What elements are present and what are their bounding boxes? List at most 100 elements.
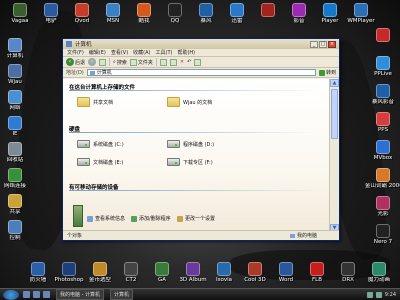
desktop-icon[interactable]: 控制 (0, 220, 33, 241)
go-arrow-icon (318, 69, 325, 76)
app-icon (186, 262, 200, 276)
desktop-icon[interactable]: 回收站 (0, 142, 33, 163)
desktop-icon-label: 光影 (377, 211, 389, 217)
app-icon (124, 262, 138, 276)
desktop-icon[interactable]: IE (0, 116, 33, 137)
computer-icon (66, 41, 72, 47)
app-icon (8, 168, 22, 182)
maximize-button[interactable]: □ (319, 40, 327, 48)
app-icon (199, 3, 213, 17)
desktop-icon-label: 金山词霸 2006 (365, 183, 400, 189)
drive-f[interactable]: 下载专区 (F:) (167, 158, 213, 166)
up-folder-icon[interactable] (99, 58, 107, 66)
add-remove-programs-link[interactable]: 添加/删除程序 (131, 215, 171, 222)
system-tray: 9:24 (366, 291, 400, 298)
app-icon (376, 84, 390, 98)
desktop-icon[interactable]: 网络 (0, 90, 33, 111)
change-setting-link[interactable]: 更改一个设置 (177, 215, 215, 222)
desktop-icon-label: IE (12, 131, 18, 137)
app-icon (323, 3, 337, 17)
address-input[interactable]: 计算机 (86, 69, 316, 76)
back-button[interactable]: ‹ 后退 (66, 58, 85, 66)
content-pane: 在这台计算机上存储的文件 共享文档 Wjau 的文档 硬盘 系统磁盘 (C:) … (63, 79, 331, 232)
menu-favorites[interactable]: 收藏(A) (133, 49, 150, 56)
back-arrow-icon: ‹ (66, 58, 74, 66)
browser-icon[interactable] (33, 291, 40, 298)
desktop-icon[interactable]: WMPlayer (343, 3, 379, 24)
taskbar-item-computer[interactable]: 计算机 (109, 289, 133, 300)
app-icon (376, 224, 390, 238)
desktop-icon[interactable] (365, 28, 400, 43)
minimize-button[interactable]: _ (310, 40, 318, 48)
explorer-window: 计算机 _ □ × 文件(F) 编辑(E) 查看(V) 收藏(A) 工具(T) … (62, 38, 340, 241)
vertical-scrollbar[interactable]: ▲ ▼ (329, 79, 339, 232)
scroll-thumb[interactable] (331, 89, 338, 139)
views-icon[interactable] (194, 58, 202, 66)
app-icon (106, 3, 120, 17)
menu-help[interactable]: 帮助(H) (177, 49, 195, 56)
computer-icon (289, 233, 295, 238)
desktop-icon[interactable]: 光影 (365, 196, 400, 217)
desktop-icon[interactable]: 魔力动画 (361, 262, 397, 283)
status-bar: 个对象 我的电脑 (63, 230, 339, 240)
app-icon (292, 3, 306, 17)
menu-file[interactable]: 文件(F) (67, 49, 84, 56)
show-desktop-icon[interactable] (23, 291, 30, 298)
network-icon[interactable] (375, 291, 382, 298)
folders-button[interactable]: 文件夹 (129, 58, 153, 66)
go-button[interactable]: 转到 (318, 69, 336, 76)
desktop-icon-label: Wjau (8, 79, 22, 85)
media-icon[interactable] (43, 291, 50, 298)
app-icon (8, 64, 22, 78)
menu-view[interactable]: 查看(V) (111, 49, 128, 56)
desktop-icon[interactable]: 金山词霸 2006 (365, 168, 400, 189)
menu-tools[interactable]: 工具(T) (156, 49, 173, 56)
search-button[interactable]: ⌕ 搜索 (113, 59, 127, 66)
taskbar-item-explorer[interactable]: 我的电脑 - 计算机 (56, 289, 104, 300)
desktop-icon[interactable]: Wjau (0, 64, 33, 85)
view-system-info-link[interactable]: 查看系统信息 (87, 215, 125, 222)
settings-icon (177, 215, 183, 222)
scroll-up-icon[interactable]: ▲ (330, 79, 339, 87)
close-button[interactable]: × (328, 40, 336, 48)
delete-button[interactable]: ✕ (180, 59, 184, 65)
desktop-icon[interactable]: Nero 7 (365, 224, 400, 245)
desktop-icon[interactable]: PPLive (365, 56, 400, 77)
desktop-icon[interactable]: 暴风影音 (365, 84, 400, 105)
desktop-icon-label: 魔力动画 (367, 277, 390, 283)
folder-shared-docs[interactable]: 共享文档 (77, 97, 113, 107)
desktop-icon[interactable]: 共享 (0, 194, 33, 215)
volume-icon[interactable] (366, 291, 373, 298)
move-to-icon[interactable] (159, 58, 167, 66)
hard-drive-icon (167, 140, 180, 148)
toolbar: ‹ 后退 › ⌕ 搜索 文件夹 ✕ ↶ (63, 57, 339, 68)
desktop-icon[interactable]: MVbox (365, 140, 400, 161)
drive-e[interactable]: 文档磁盘 (E:) (77, 158, 123, 166)
desktop-icon-label: 共享 (9, 209, 21, 215)
folders-icon (129, 58, 137, 66)
status-location: 我的电脑 (296, 233, 317, 239)
app-icon (248, 262, 262, 276)
desktop-icon[interactable]: PPS (365, 112, 400, 133)
drive-c[interactable]: 系统磁盘 (C:) (77, 140, 124, 148)
forward-button[interactable]: › (88, 58, 97, 66)
folder-user-docs[interactable]: Wjau 的文档 (167, 97, 212, 107)
undo-button[interactable]: ↶ (187, 59, 191, 65)
app-icon (279, 262, 293, 276)
app-icon (376, 140, 390, 154)
desktop-icon[interactable]: 计算机 (0, 38, 33, 59)
menu-edit[interactable]: 编辑(E) (89, 49, 106, 56)
app-icon (168, 3, 182, 17)
copy-to-icon[interactable] (169, 58, 177, 66)
forward-arrow-icon: › (88, 58, 97, 66)
desktop-icon-label: PPS (377, 127, 389, 133)
app-icon (376, 196, 390, 210)
app-icon (310, 262, 324, 276)
folder-icon (167, 97, 180, 107)
app-icon (376, 112, 390, 126)
drive-d[interactable]: 程序磁盘 (D:) (167, 140, 214, 148)
title-bar[interactable]: 计算机 _ □ × (63, 39, 339, 49)
desktop-icon[interactable]: 网络连接 (0, 168, 33, 189)
app-icon (8, 38, 22, 52)
start-button[interactable] (3, 289, 19, 300)
